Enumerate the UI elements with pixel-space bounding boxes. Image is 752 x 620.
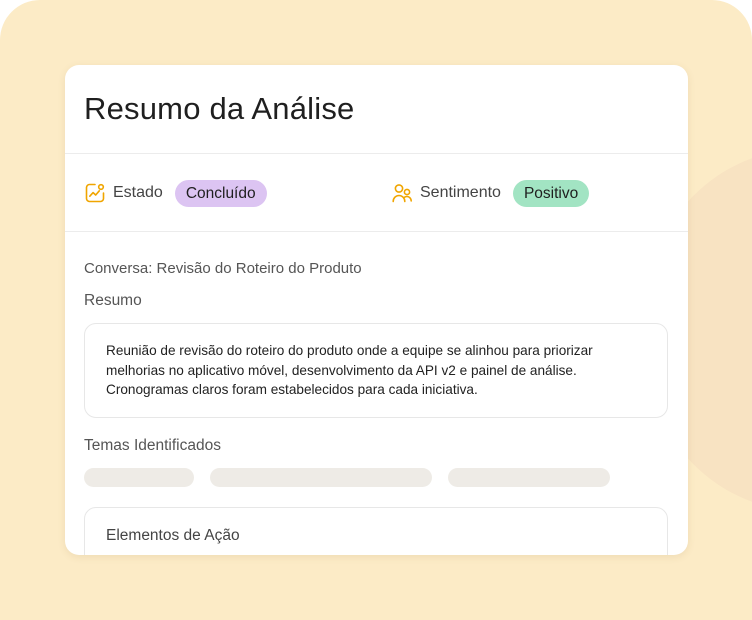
status-field: Estado Concluído [84,154,267,232]
summary-text-line: Reunião de revisão do roteiro do produto… [106,343,593,358]
status-badge: Concluído [174,179,267,207]
themes-label: Temas Identificados [84,436,221,454]
status-label: Estado [113,184,163,201]
chart-trend-icon [84,182,106,204]
analysis-summary-card: Resumo da Análise Estado Concluído Senti… [65,65,688,555]
meta-row: Estado Concluído Sentimento Positivo [65,154,688,232]
card-content: Conversa: Revisão do Roteiro do Produto … [65,232,688,555]
action-items-box: Elementos de Ação [84,506,668,555]
sentiment-field: Sentimento Positivo [391,154,590,232]
summary-text-line: melhorias no aplicativo móvel, desenvolv… [106,362,577,378]
theme-skeleton-placeholder [84,467,194,487]
theme-skeleton-placeholder [210,467,432,487]
summary-box: Reunião de revisão do roteiro do produto… [84,323,668,418]
sentiment-label: Sentimento [420,184,501,201]
action-items-label: Elementos de Ação [106,526,240,544]
conversation-title: Conversa: Revisão do Roteiro do Produto [84,260,362,277]
summary-label: Resumo [84,292,142,309]
card-header: Resumo da Análise [65,65,688,154]
users-icon [391,182,413,204]
themes-skeleton-row [84,467,668,487]
page-title: Resumo da Análise [84,91,355,126]
summary-text-line: Cronogramas claros foram estabelecidos p… [106,382,478,397]
theme-skeleton-placeholder [448,467,610,487]
sentiment-badge: Positivo [512,179,590,207]
